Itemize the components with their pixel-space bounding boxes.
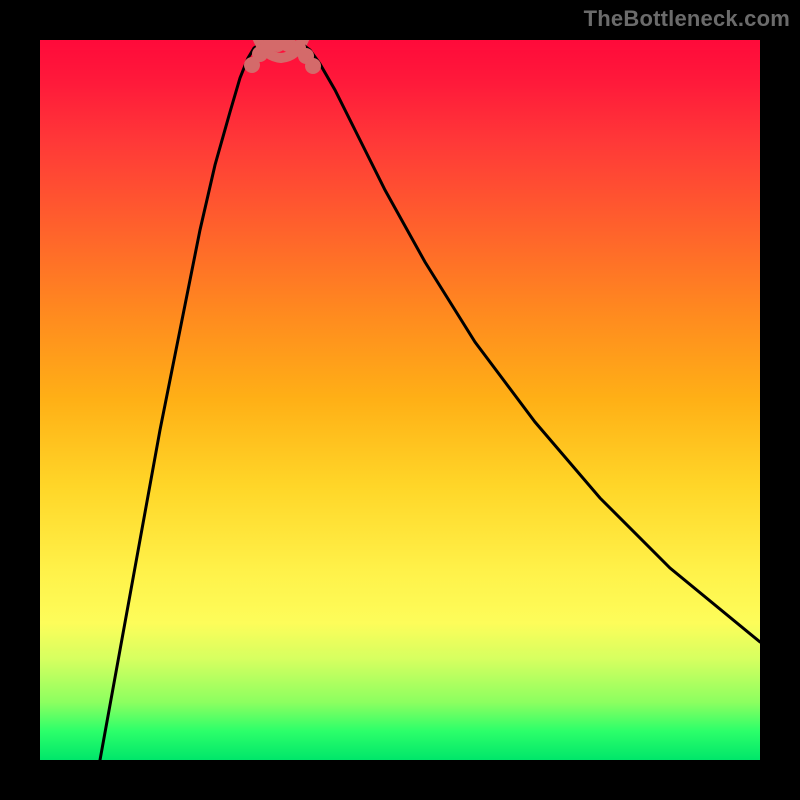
- curve-right-arm: [302, 44, 760, 642]
- curve-left-arm: [100, 44, 260, 760]
- chart-svg: [40, 40, 760, 760]
- min-region-dot: [305, 58, 321, 74]
- watermark-text: TheBottleneck.com: [584, 6, 790, 32]
- curve-group: [100, 40, 760, 760]
- chart-frame: TheBottleneck.com: [0, 0, 800, 800]
